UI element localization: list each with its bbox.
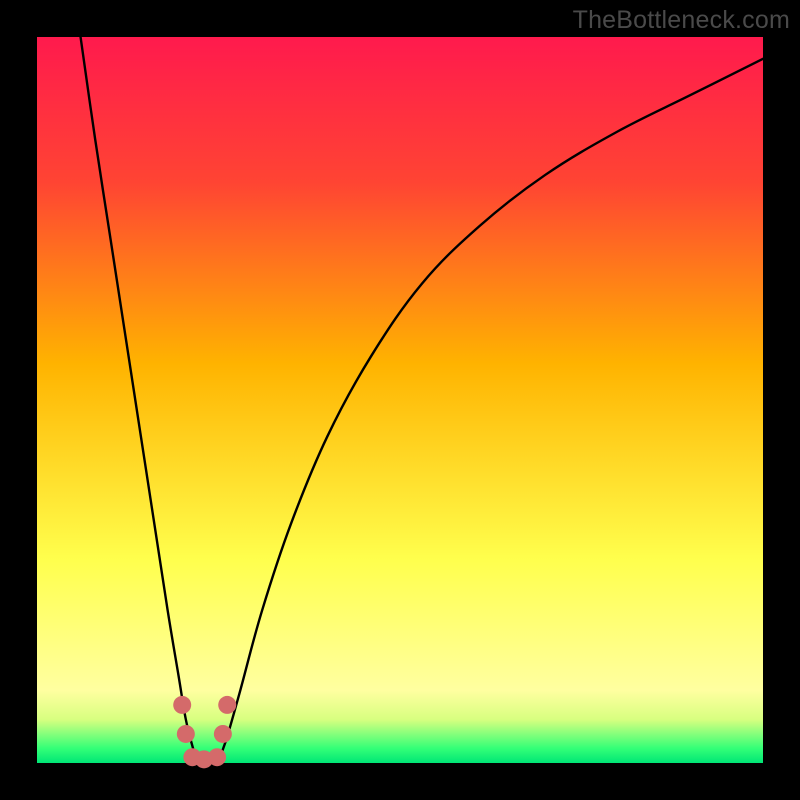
curve-left-branch	[81, 37, 199, 763]
marker-point	[208, 748, 226, 766]
curve-right-branch	[217, 59, 763, 763]
chart-curves	[37, 37, 763, 763]
highlight-markers	[173, 696, 236, 768]
watermark-text: TheBottleneck.com	[573, 6, 790, 35]
marker-point	[177, 725, 195, 743]
marker-point	[173, 696, 191, 714]
marker-point	[218, 696, 236, 714]
chart-frame: TheBottleneck.com	[0, 0, 800, 800]
marker-point	[214, 725, 232, 743]
plot-area	[37, 37, 763, 763]
